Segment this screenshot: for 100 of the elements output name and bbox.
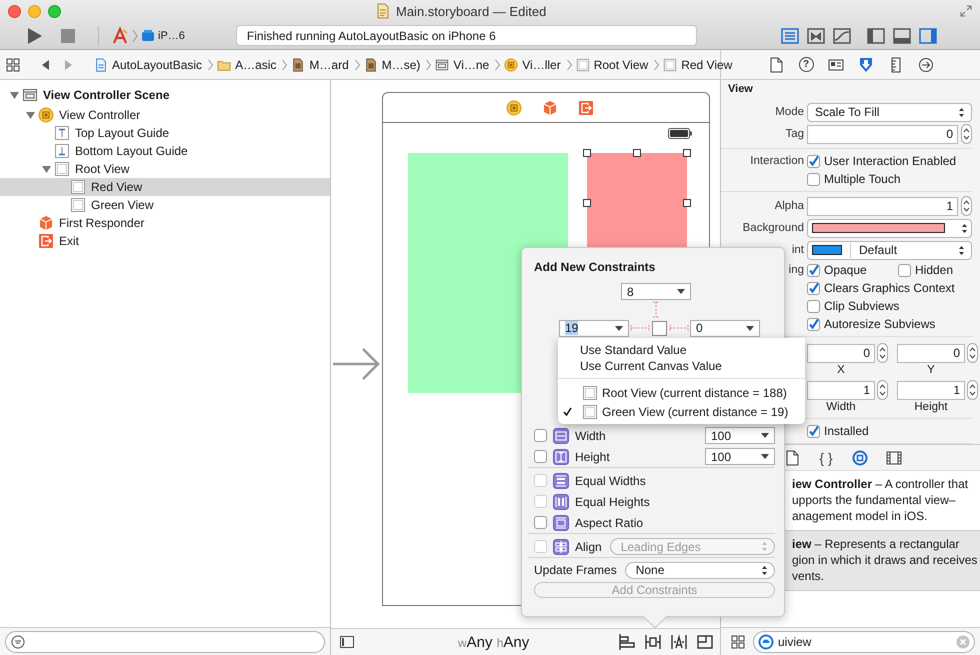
spacing-field[interactable]: 100 [705, 448, 775, 465]
outline-item[interactable]: View Controller [0, 106, 330, 124]
outline-item[interactable]: Exit [0, 232, 330, 250]
file-icon[interactable] [769, 56, 783, 72]
bottom-panel-icon[interactable] [890, 26, 913, 44]
outline-item[interactable]: Red View [0, 178, 330, 196]
checkbox[interactable] [807, 424, 820, 438]
popup-button[interactable]: None [624, 562, 775, 578]
checkbox[interactable] [807, 282, 820, 294]
outline-toggle-icon[interactable] [340, 636, 354, 648]
path-item[interactable]: AutoLayoutBasic [94, 58, 204, 72]
number-field[interactable]: 0 [807, 124, 958, 144]
help-icon[interactable]: ? [798, 57, 814, 72]
spacing-connector [630, 324, 650, 332]
number-field[interactable]: 1 [807, 196, 958, 216]
right-panel-icon[interactable] [916, 26, 939, 44]
disclosure-triangle[interactable] [8, 90, 22, 100]
color-well[interactable]: Default [807, 240, 972, 260]
spacing-field[interactable]: 19 [559, 320, 629, 336]
path-item[interactable]: M…se) [364, 58, 422, 72]
version-editor-icon[interactable] [830, 26, 853, 44]
spacing-field[interactable]: 0 [690, 320, 760, 336]
checkbox[interactable] [898, 264, 911, 276]
checkbox[interactable] [807, 172, 820, 186]
outline-item[interactable]: Green View [0, 196, 330, 214]
checkbox[interactable] [807, 154, 820, 168]
assistant-editor-icon[interactable] [804, 26, 827, 44]
left-panel-icon[interactable] [864, 26, 887, 44]
project-icon [94, 58, 108, 72]
filter-field[interactable] [5, 630, 325, 652]
resize-handle[interactable] [583, 149, 591, 157]
stepper[interactable] [967, 380, 978, 400]
fullscreen-icon[interactable] [960, 5, 972, 17]
search-field[interactable]: uiview [753, 630, 975, 652]
checkbox[interactable] [807, 318, 820, 330]
menu-item[interactable]: Green View (current distance = 19) [558, 402, 805, 421]
resize-handle[interactable] [683, 199, 691, 207]
attributes-icon[interactable] [858, 56, 874, 72]
disclosure-triangle[interactable] [24, 110, 38, 120]
entry-arrow [333, 347, 380, 381]
outline-item[interactable]: Top Layout Guide [0, 124, 330, 142]
menu-item[interactable]: Root View (current distance = 188) [558, 383, 805, 402]
ruler-icon[interactable] [891, 56, 901, 72]
path-item[interactable]: Vi…ller [504, 58, 563, 72]
view-controller-icon[interactable] [506, 100, 522, 116]
checkbox[interactable] [534, 516, 547, 529]
popup-button[interactable]: Scale To Fill [807, 102, 972, 122]
stepper[interactable] [877, 380, 888, 400]
spacing-field[interactable]: 100 [705, 427, 775, 444]
checkbox[interactable] [534, 450, 547, 463]
code-snippet-icon[interactable]: { } [819, 450, 833, 466]
stepper[interactable] [961, 124, 972, 144]
cube-icon[interactable] [542, 100, 558, 116]
connections-icon[interactable] [918, 56, 934, 72]
exit-icon[interactable] [578, 100, 594, 116]
zoom-button[interactable] [48, 4, 61, 18]
resizing-icon[interactable] [696, 633, 714, 651]
path-item[interactable]: Vi…ne [435, 58, 492, 72]
close-button[interactable] [8, 4, 21, 18]
outline-item[interactable]: View Controller Scene [0, 84, 330, 106]
size-class-control[interactable]: wAny hAny [458, 634, 530, 650]
standard-editor-icon[interactable] [778, 26, 801, 44]
resize-handle[interactable] [683, 149, 691, 157]
resize-handle[interactable] [583, 199, 591, 207]
number-field[interactable]: 0 [807, 344, 875, 362]
path-item[interactable]: A…asic [217, 58, 278, 72]
outline-item[interactable]: First Responder [0, 214, 330, 232]
stepper[interactable] [967, 343, 978, 363]
menu-item[interactable]: Use Current Canvas Value [558, 358, 805, 374]
number-field[interactable]: 0 [897, 344, 965, 362]
checkbox[interactable] [807, 264, 820, 276]
film-strip-icon[interactable] [886, 450, 902, 466]
stop-button[interactable] [60, 28, 76, 44]
menu-item[interactable]: Use Standard Value [558, 342, 805, 358]
color-well[interactable] [807, 218, 972, 238]
file-icon[interactable] [785, 450, 799, 466]
related-items-icon[interactable] [6, 58, 20, 72]
resize-handle[interactable] [633, 149, 641, 157]
align-icon[interactable] [618, 633, 636, 651]
path-item[interactable]: Red View [663, 58, 734, 72]
stepper[interactable] [961, 196, 972, 216]
resolve-icon[interactable] [670, 633, 688, 651]
path-item[interactable]: M…ard [291, 58, 351, 72]
checkbox[interactable] [807, 300, 820, 312]
checkbox[interactable] [534, 429, 547, 442]
outline-item[interactable]: Root View [0, 160, 330, 178]
identity-icon[interactable] [828, 58, 844, 72]
view-icon [54, 161, 70, 177]
object-icon[interactable] [852, 450, 868, 466]
stepper[interactable] [877, 343, 888, 363]
scheme-menu[interactable]: iP…6 [111, 26, 185, 44]
back-icon[interactable] [40, 58, 50, 70]
outline-item[interactable]: Bottom Layout Guide [0, 142, 330, 160]
number-field[interactable]: 1 [807, 380, 875, 400]
disclosure-triangle[interactable] [40, 164, 54, 174]
number-field[interactable]: 1 [897, 380, 965, 400]
grid-view-icon[interactable] [731, 634, 745, 648]
pin-icon[interactable] [644, 633, 662, 651]
spacing-field[interactable]: 8 [621, 283, 691, 300]
path-item[interactable]: Root View [576, 58, 650, 72]
